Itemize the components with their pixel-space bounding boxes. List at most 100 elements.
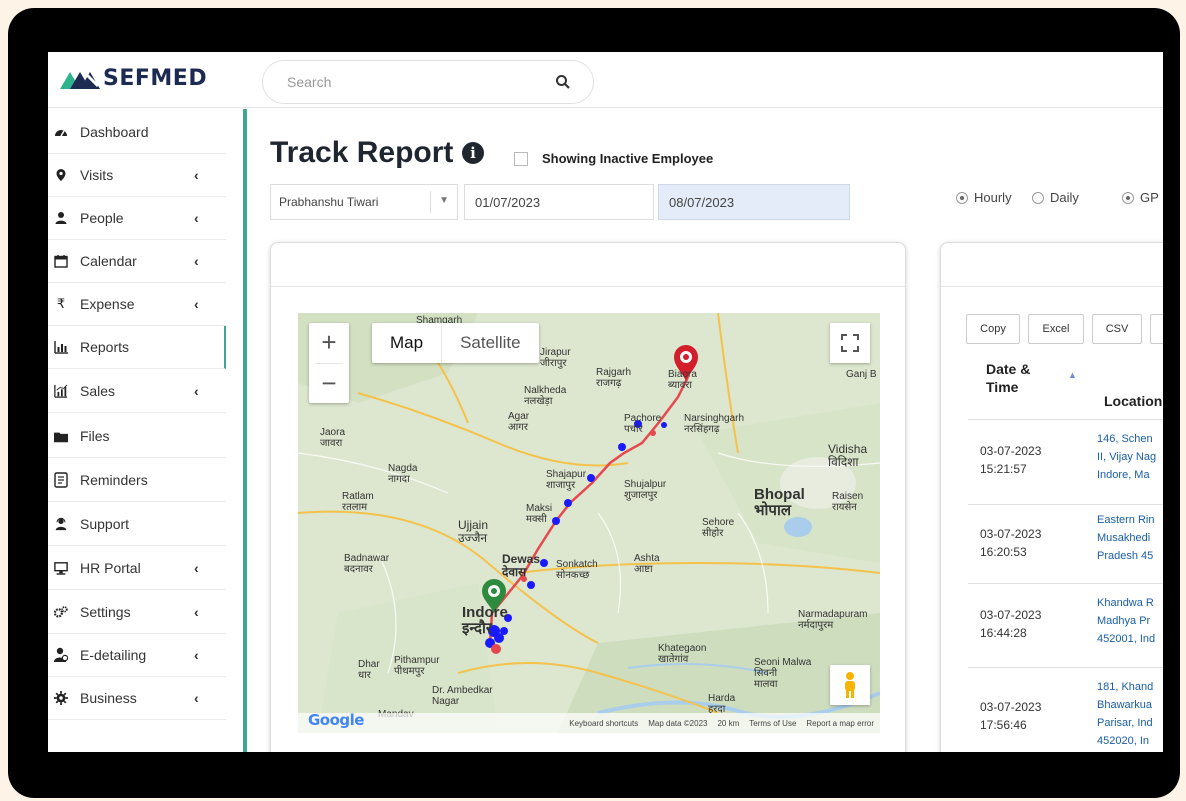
search-box[interactable] — [262, 60, 594, 104]
sidebar-item-dashboard[interactable]: Dashboard — [48, 111, 226, 154]
table-row[interactable]: 03-07-2023 16:20:53 Eastern Rin Musakhed… — [968, 504, 1163, 582]
excel-button[interactable]: Excel — [1028, 314, 1084, 344]
daily-radio[interactable] — [1032, 192, 1044, 204]
row-location-line[interactable]: Bhawarkua — [1097, 696, 1163, 714]
table-card-header — [941, 243, 1163, 287]
chevron-left-icon[interactable]: ‹ — [194, 383, 199, 399]
map-label: Jaora जावरा — [320, 427, 346, 449]
sidebar-item-reports[interactable]: Reports — [48, 326, 226, 369]
row-location-line[interactable]: 452001, Ind — [1097, 630, 1163, 648]
map-card: Shamgarh Jirapur जीरापुर Rajgarh राजगढ़ … — [270, 242, 906, 752]
daily-label: Daily — [1050, 190, 1079, 205]
gps-radio[interactable] — [1122, 192, 1134, 204]
row-time: 16:44:28 — [980, 626, 1027, 640]
sidebar-item-visits[interactable]: Visits ‹ — [48, 154, 226, 197]
sidebar-item-e-detailing[interactable]: E-detailing ‹ — [48, 634, 226, 677]
fullscreen-icon[interactable] — [830, 323, 870, 363]
more-export-button[interactable] — [1150, 314, 1163, 344]
sidebar-item-files[interactable]: Files — [48, 415, 226, 458]
gps-label: GP — [1140, 190, 1159, 205]
to-date-input[interactable]: 08/07/2023 — [658, 184, 850, 220]
app-window: SEFMED Dashboard Visits ‹ — [48, 52, 1163, 752]
employee-select-value: Prabhanshu Tiwari — [279, 195, 379, 209]
map-label: Rajgarh राजगढ़ — [596, 367, 632, 389]
column-header-date-time[interactable]: Date & Time — [986, 360, 1066, 396]
chevron-left-icon[interactable]: ‹ — [194, 167, 199, 183]
chevron-left-icon[interactable]: ‹ — [194, 690, 199, 706]
row-location-line[interactable]: 452020, In — [1097, 732, 1163, 750]
street-view-pegman-icon[interactable] — [830, 665, 870, 705]
sort-asc-icon[interactable]: ▲ — [1068, 370, 1077, 380]
map-label: Shujalpur शुजालपुर — [624, 479, 667, 501]
chevron-left-icon[interactable]: ‹ — [194, 210, 199, 226]
row-location-line[interactable]: Pradesh 45 — [1097, 547, 1163, 565]
zoom-out-button[interactable]: − — [309, 364, 349, 404]
sidebar-item-label: People — [80, 210, 124, 226]
chevron-left-icon[interactable]: ‹ — [194, 560, 199, 576]
map-label: Maksi मक्सी — [526, 503, 553, 525]
sidebar-item-label: Sales — [80, 383, 116, 399]
row-location-line[interactable]: Parisar, Ind — [1097, 714, 1163, 732]
column-header-location[interactable]: Location — [1104, 393, 1162, 409]
table-row[interactable]: 03-07-2023 15:21:57 146, Schen II, Vijay… — [968, 419, 1163, 503]
reminder-icon — [54, 472, 68, 488]
map-label: Dhar धार — [358, 659, 380, 681]
support-icon — [54, 517, 68, 531]
employee-select[interactable]: Prabhanshu Tiwari ▼ — [270, 184, 458, 220]
sidebar-item-support[interactable]: Support — [48, 503, 226, 546]
sidebar-item-sales[interactable]: Sales ‹ — [48, 370, 226, 413]
row-location-line[interactable]: Musakhedi — [1097, 529, 1163, 547]
row-location-line[interactable]: II, Vijay Nag — [1097, 448, 1163, 466]
csv-button[interactable]: CSV — [1092, 314, 1142, 344]
chevron-left-icon[interactable]: ‹ — [194, 604, 199, 620]
route-map[interactable]: Shamgarh Jirapur जीरापुर Rajgarh राजगढ़ … — [298, 313, 880, 733]
row-location-line[interactable]: 181, Khand — [1097, 678, 1163, 696]
from-date-input[interactable]: 01/07/2023 — [464, 184, 654, 220]
search-icon[interactable] — [555, 74, 571, 90]
hourly-radio[interactable] — [956, 192, 968, 204]
info-icon[interactable]: i — [462, 142, 484, 164]
sidebar-item-expense[interactable]: ₹ Expense ‹ — [48, 283, 226, 326]
sidebar-item-calendar[interactable]: Calendar ‹ — [48, 240, 226, 283]
business-icon — [54, 691, 68, 705]
sidebar-item-reminders[interactable]: Reminders — [48, 459, 226, 502]
sidebar-item-label: Calendar — [80, 253, 137, 269]
map-footer: Keyboard shortcuts Map data ©2023 20 km … — [298, 713, 880, 733]
inactive-employee-checkbox[interactable] — [514, 152, 528, 166]
dashboard-icon — [54, 125, 68, 139]
row-location-line[interactable]: Khandwa R — [1097, 594, 1163, 612]
row-time: 16:20:53 — [980, 545, 1027, 559]
row-location-line[interactable]: Eastern Rin — [1097, 511, 1163, 529]
google-logo: Google — [308, 711, 364, 729]
keyboard-shortcuts-link[interactable]: Keyboard shortcuts — [569, 719, 638, 728]
report-error-link[interactable]: Report a map error — [806, 719, 874, 728]
table-row[interactable]: 03-07-2023 17:56:46 181, Khand Bhawarkua… — [968, 667, 1163, 752]
terms-link[interactable]: Terms of Use — [749, 719, 796, 728]
map-label: Nalkheda नलखेड़ा — [524, 385, 567, 407]
monitor-icon — [54, 561, 68, 575]
brand-logo[interactable]: SEFMED — [60, 66, 207, 91]
chevron-left-icon[interactable]: ‹ — [194, 253, 199, 269]
search-input[interactable] — [287, 71, 547, 93]
chevron-left-icon[interactable]: ‹ — [194, 296, 199, 312]
map-label: Harda हरदा — [708, 693, 736, 715]
map-type-map-button[interactable]: Map — [372, 323, 443, 363]
map-type-satellite-button[interactable]: Satellite — [442, 323, 538, 363]
sidebar-item-business[interactable]: Business ‹ — [48, 677, 226, 720]
sidebar-item-people[interactable]: People ‹ — [48, 197, 226, 240]
zoom-in-button[interactable]: + — [309, 323, 349, 363]
map-label: Dewas देवास — [502, 552, 541, 579]
map-label: Jirapur जीरापुर — [540, 347, 571, 369]
row-location-line[interactable]: Indore, Ma — [1097, 466, 1163, 484]
sidebar: Dashboard Visits ‹ People ‹ Calendar ‹ ₹… — [48, 109, 245, 752]
sidebar-item-settings[interactable]: Settings ‹ — [48, 591, 226, 634]
chevron-left-icon[interactable]: ‹ — [194, 647, 199, 663]
map-label: Vidisha विदिशा — [828, 442, 868, 469]
sales-chart-icon — [54, 384, 68, 398]
row-location-line[interactable]: Madhya Pr — [1097, 612, 1163, 630]
copy-button[interactable]: Copy — [966, 314, 1020, 344]
row-date: 03-07-2023 — [980, 608, 1042, 622]
row-location-line[interactable]: 146, Schen — [1097, 430, 1163, 448]
table-row[interactable]: 03-07-2023 16:44:28 Khandwa R Madhya Pr … — [968, 583, 1163, 667]
sidebar-item-hr-portal[interactable]: HR Portal ‹ — [48, 547, 226, 590]
